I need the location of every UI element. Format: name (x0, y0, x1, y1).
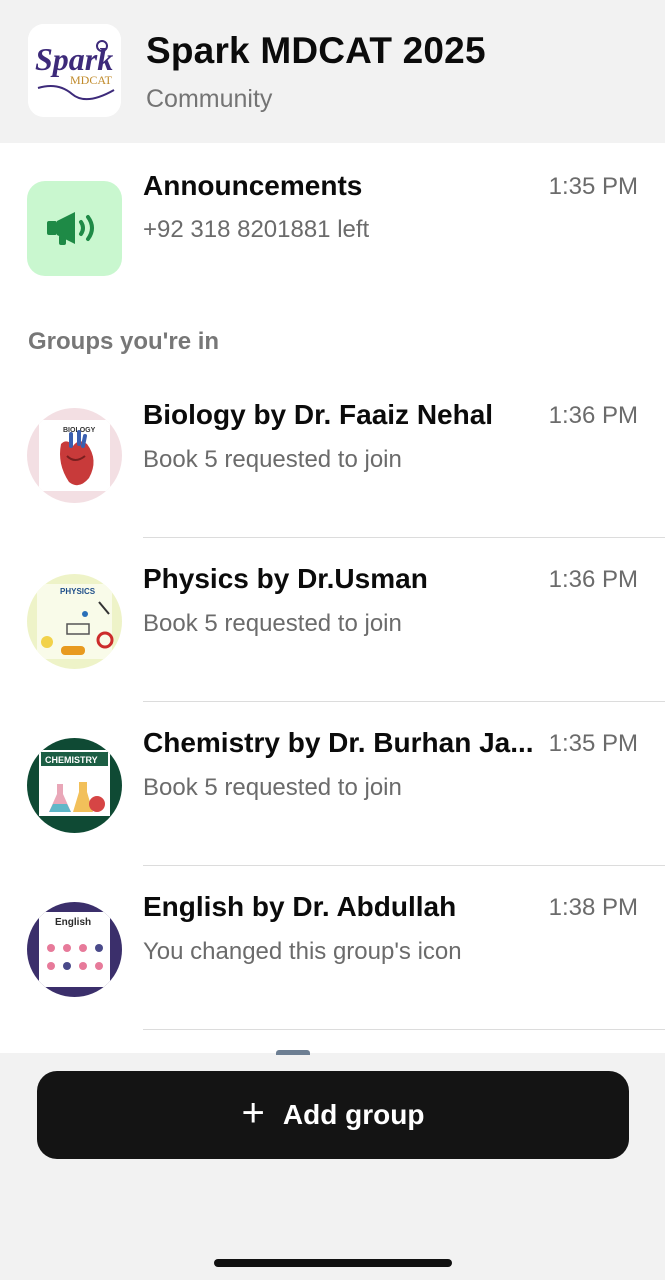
group-avatar-label: CHEMISTRY (45, 755, 98, 765)
group-title: Chemistry by Dr. Burhan Ja... (143, 727, 534, 758)
group-title: Biology by Dr. Faaiz Nehal (143, 399, 494, 430)
group-title: Physics by Dr.Usman (143, 563, 428, 594)
logo-word: Spark (35, 41, 113, 77)
announcements-title: Announcements (143, 170, 363, 201)
add-group-label: Add group (282, 1099, 425, 1130)
community-logo: Spark MDCAT (28, 24, 121, 117)
divider (143, 865, 665, 866)
next-row-avatar-peek (276, 1050, 310, 1055)
group-time: 1:35 PM (548, 730, 638, 757)
group-avatar: BIOLOGY (27, 408, 122, 503)
group-avatar: English (27, 902, 122, 997)
announcements-avatar (27, 181, 122, 276)
group-subtitle: You changed this group's icon (143, 938, 462, 965)
group-subtitle: Book 5 requested to join (143, 774, 402, 801)
group-avatar: PHYSICS (27, 574, 122, 669)
logo-tag: MDCAT (70, 73, 113, 87)
megaphone-icon (46, 211, 94, 245)
home-indicator[interactable] (214, 1259, 452, 1267)
group-avatar: CHEMISTRY (27, 738, 122, 833)
group-time: 1:38 PM (548, 894, 638, 921)
groups-section-label: Groups you're in (28, 328, 220, 355)
divider (143, 537, 665, 538)
group-subtitle: Book 5 requested to join (143, 446, 402, 473)
plus-icon: + (241, 1091, 265, 1135)
divider (143, 701, 665, 702)
group-time: 1:36 PM (548, 566, 638, 593)
add-group-button[interactable]: + Add group (37, 1071, 629, 1159)
announcements-time: 1:35 PM (548, 173, 638, 200)
community-title: Spark MDCAT 2025 (146, 30, 486, 71)
announcements-subtitle: +92 318 8201881 left (143, 216, 370, 243)
community-header[interactable]: Spark MDCAT Spark MDCAT 2025 Community (0, 0, 665, 143)
group-title: English by Dr. Abdullah (143, 891, 457, 922)
group-avatar-label: PHYSICS (60, 587, 96, 596)
community-subtitle: Community (146, 85, 273, 113)
group-subtitle: Book 5 requested to join (143, 610, 402, 637)
group-time: 1:36 PM (548, 402, 638, 429)
divider (143, 1029, 665, 1030)
group-avatar-label: English (55, 917, 91, 928)
